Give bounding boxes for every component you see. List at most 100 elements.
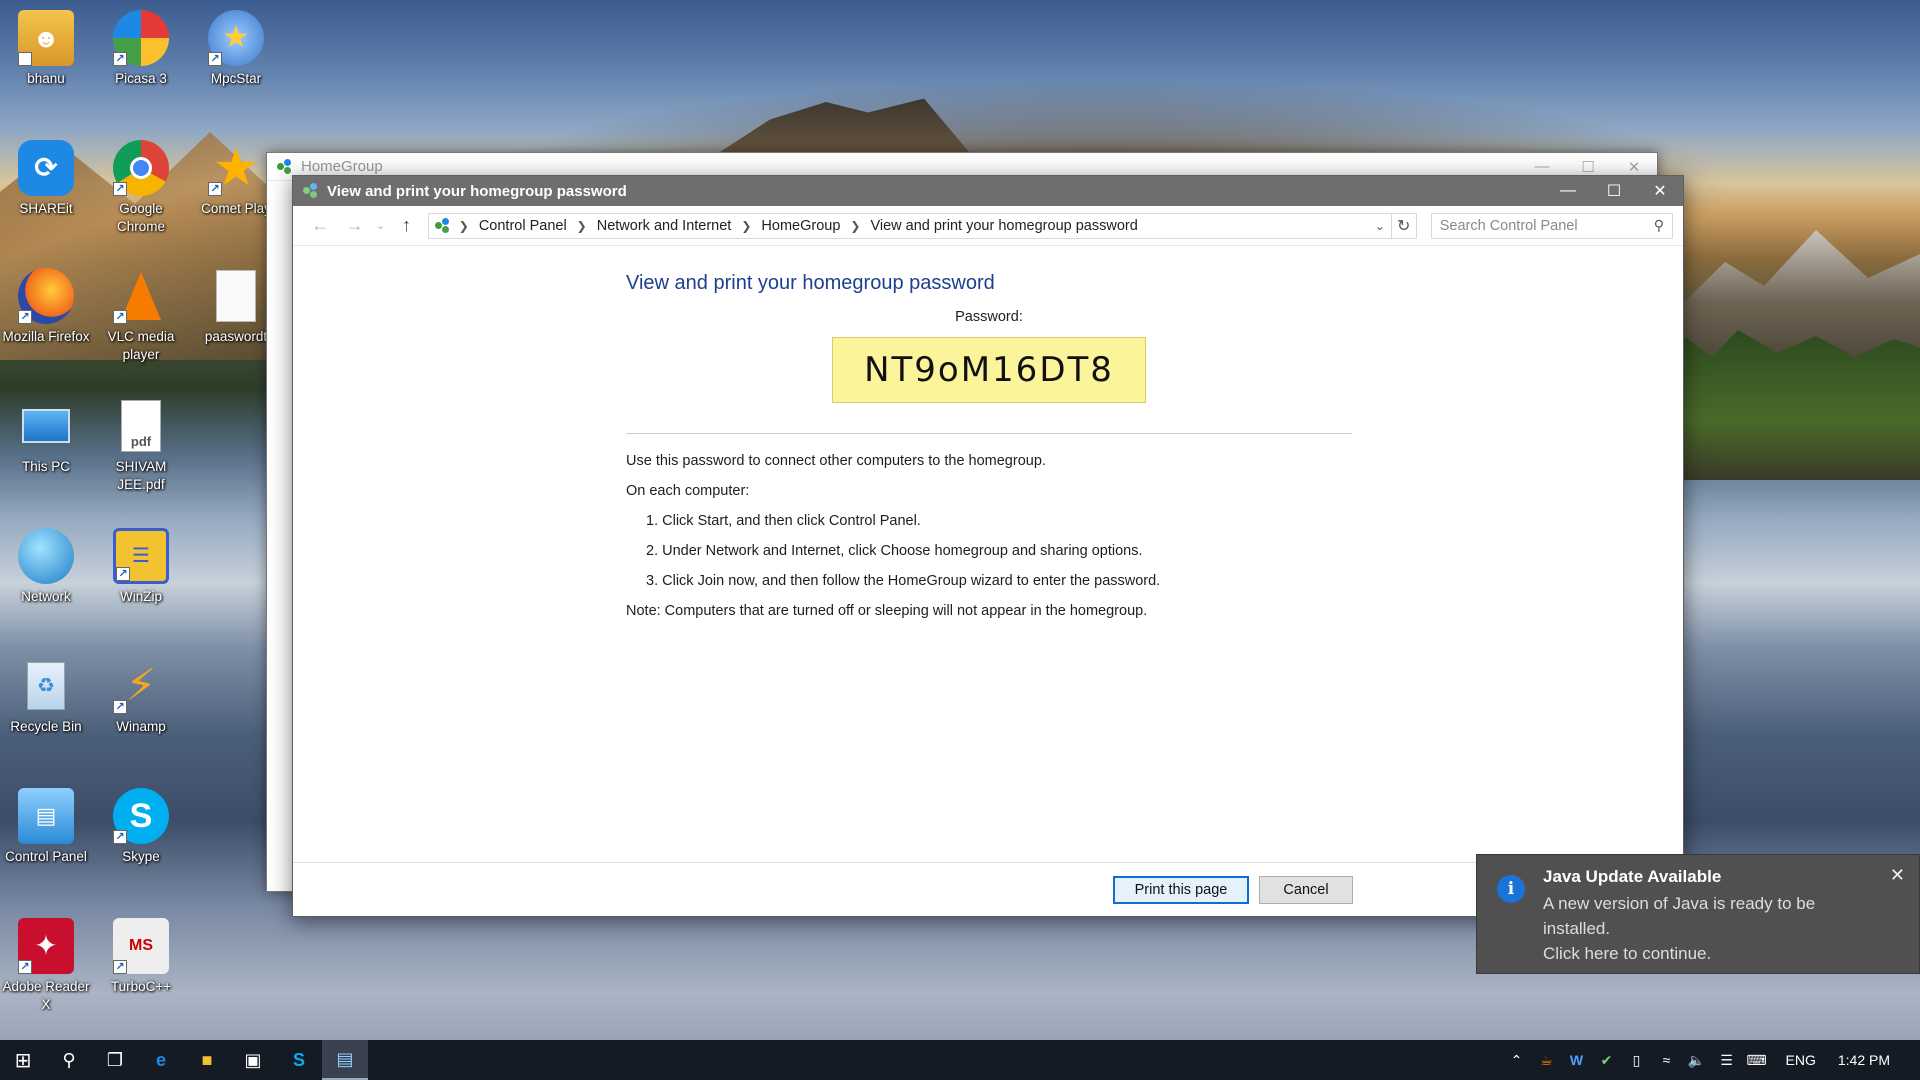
steps-list: 1. Click Start, and then click Control P… — [626, 512, 1352, 590]
forward-arrow-icon[interactable]: → — [338, 215, 373, 236]
address-dropdown-chevron-icon[interactable]: ⌄ — [1369, 219, 1391, 233]
winamp-bolt-icon: ⚡ ↗ — [113, 658, 169, 714]
up-arrow-icon[interactable]: ↑ — [389, 215, 424, 236]
computer-icon — [18, 398, 74, 454]
step-item: 2. Under Network and Internet, click Cho… — [646, 543, 1143, 559]
desktop-icon-label: Winamp — [116, 719, 166, 734]
desktop-icon-control-panel[interactable]: ▤ Control Panel — [1, 788, 91, 866]
password-window-titlebar[interactable]: View and print your homegroup password —… — [293, 176, 1683, 206]
battery-icon[interactable]: ▯ — [1622, 1052, 1652, 1069]
desktop-icon-vlc[interactable]: ↗ VLC media player — [96, 268, 186, 364]
address-bar[interactable]: ❯ Control Panel ❯ Network and Internet ❯… — [427, 212, 1392, 239]
desktop-icon-label: Adobe Reader X — [2, 979, 90, 1012]
recent-locations-chevron-icon[interactable]: ⌄ — [372, 219, 389, 232]
vlc-cone-icon: ↗ — [113, 268, 169, 324]
breadcrumb-control-panel[interactable]: Control Panel — [479, 218, 567, 234]
desktop-icon-adobe-reader[interactable]: ✦ ↗ Adobe Reader X — [1, 918, 91, 1014]
intro-text: Use this password to connect other compu… — [626, 453, 1046, 469]
desktop-icon-label: MpcStar — [210, 71, 262, 86]
print-page-button[interactable]: Print this page — [1113, 875, 1249, 904]
store-icon[interactable]: ▣ — [230, 1040, 276, 1080]
desktop-icon-this-pc[interactable]: This PC — [1, 398, 91, 476]
desktop-icon-shivam-pdf[interactable]: pdf SHIVAM JEE.pdf — [96, 398, 186, 494]
taskbar-clock[interactable]: 1:42 PM — [1830, 1052, 1920, 1068]
keyboard-icon[interactable]: ⌨ — [1742, 1052, 1772, 1069]
shareit-icon: ⟳ — [18, 140, 74, 196]
desktop-icon-label: Google Chrome — [116, 201, 165, 234]
breadcrumb-separator-icon[interactable]: ❯ — [850, 219, 860, 233]
wifi-icon[interactable]: ≈ — [1652, 1052, 1682, 1068]
minimize-button[interactable]: — — [1545, 176, 1591, 206]
desktop-icon-label: paaswordt — [204, 329, 268, 344]
breadcrumb-homegroup[interactable]: HomeGroup — [761, 218, 840, 234]
desktop-icon-chrome[interactable]: ↗ Google Chrome — [96, 140, 186, 236]
java-update-notification[interactable]: i Java Update Available A new version of… — [1476, 854, 1920, 974]
desktop-icon-label: Picasa 3 — [115, 71, 167, 86]
turboc-icon: MS ↗ — [113, 918, 169, 974]
desktop-icon-label: WinZip — [119, 589, 162, 604]
task-view-icon[interactable]: ❐ — [92, 1040, 138, 1080]
volume-icon[interactable]: 🔈 — [1682, 1052, 1712, 1069]
network-globe-icon — [18, 528, 74, 584]
desktop-icon-recycle-bin[interactable]: ♻ Recycle Bin — [1, 658, 91, 736]
breadcrumb-current-page[interactable]: View and print your homegroup password — [870, 218, 1137, 234]
file-explorer-icon[interactable]: ■ — [184, 1040, 230, 1080]
desktop-icon-winamp[interactable]: ⚡ ↗ Winamp — [96, 658, 186, 736]
homegroup-window-title: HomeGroup — [301, 158, 383, 175]
control-panel-taskbar-icon[interactable]: ▤ — [322, 1040, 368, 1080]
step-item: 3. Click Join now, and then follow the H… — [646, 573, 1161, 589]
password-box: NT9oM16DT8 — [832, 337, 1146, 403]
cancel-button[interactable]: Cancel — [1259, 875, 1353, 904]
breadcrumb-network-and-internet[interactable]: Network and Internet — [597, 218, 732, 234]
desktop-icon-label: SHIVAM JEE.pdf — [115, 459, 167, 492]
close-button[interactable]: ✕ — [1637, 176, 1683, 206]
homegroup-password-window[interactable]: View and print your homegroup password —… — [292, 175, 1684, 917]
desktop-icon-label: This PC — [21, 459, 70, 474]
navigation-bar: ← → ⌄ ↑ ❯ Control Panel ❯ Network and In… — [293, 206, 1683, 246]
taskbar: ⊞ ⚲ ❐ e ■ ▣ S ▤ ⌃ ☕ W ✔ ▯ ≈ 🔈 ☰ ⌨ ENG 1:… — [0, 1040, 1920, 1080]
search-icon[interactable]: ⚲ — [1654, 217, 1664, 234]
breadcrumb-separator-icon: ❯ — [458, 218, 469, 233]
search-input[interactable] — [1439, 217, 1654, 234]
desktop-icon-picasa[interactable]: ↗ Picasa 3 — [96, 10, 186, 88]
control-panel-icon: ▤ — [18, 788, 74, 844]
homegroup-icon — [434, 217, 451, 234]
close-icon[interactable]: ✕ — [1890, 865, 1905, 886]
edge-browser-icon[interactable]: e — [138, 1040, 184, 1080]
desktop-icon-mpcstar[interactable]: ★ ↗ MpcStar — [191, 10, 281, 88]
homegroup-icon — [277, 158, 293, 175]
breadcrumb-separator-icon[interactable]: ❯ — [741, 219, 751, 233]
w-tray-icon[interactable]: W — [1562, 1052, 1592, 1068]
security-tray-icon[interactable]: ✔ — [1592, 1052, 1622, 1069]
search-icon[interactable]: ⚲ — [46, 1040, 92, 1080]
step-item: 1. Click Start, and then click Control P… — [646, 513, 921, 529]
desktop-icon-skype[interactable]: S ↗ Skype — [96, 788, 186, 866]
skype-icon[interactable]: S — [276, 1040, 322, 1080]
desktop-icon-winzip[interactable]: ☰ ↗ WinZip — [96, 528, 186, 606]
start-windows-icon[interactable]: ⊞ — [0, 1040, 46, 1080]
desktop-icon-shareit[interactable]: ⟳ SHAREit — [1, 140, 91, 218]
password-label: Password: — [955, 309, 1023, 325]
notification-body[interactable]: A new version of Java is ready to be ins… — [1543, 891, 1873, 966]
refresh-icon[interactable]: ↻ — [1391, 212, 1417, 239]
desktop-icon-network[interactable]: Network — [1, 528, 91, 606]
chevron-up-icon[interactable]: ⌃ — [1502, 1052, 1532, 1069]
notification-continue-link[interactable]: Click here to continue. — [1543, 941, 1873, 966]
skype-icon: S ↗ — [113, 788, 169, 844]
breadcrumb-separator-icon[interactable]: ❯ — [577, 219, 587, 233]
desktop-icon-turboc[interactable]: MS ↗ TurboC++ — [96, 918, 186, 996]
action-center-icon[interactable]: ☰ — [1712, 1052, 1742, 1069]
back-arrow-icon[interactable]: ← — [303, 215, 338, 236]
user-folder-icon: ☻ — [18, 10, 74, 66]
search-box[interactable]: ⚲ — [1430, 212, 1673, 239]
language-indicator[interactable]: ENG — [1772, 1052, 1830, 1068]
maximize-button[interactable]: ☐ — [1591, 176, 1637, 206]
desktop-icon-firefox[interactable]: ↗ Mozilla Firefox — [1, 268, 91, 346]
recycle-bin-icon: ♻ — [18, 658, 74, 714]
desktop-icon-label: Control Panel — [5, 849, 87, 864]
desktop-icon-bhanu[interactable]: ☻ bhanu — [1, 10, 91, 88]
system-tray: ⌃ ☕ W ✔ ▯ ≈ 🔈 ☰ ⌨ ENG 1:42 PM — [1502, 1040, 1920, 1080]
java-tray-icon[interactable]: ☕ — [1532, 1052, 1562, 1069]
chrome-icon: ↗ — [113, 140, 169, 196]
note-text: Note: Computers that are turned off or s… — [626, 603, 1148, 619]
